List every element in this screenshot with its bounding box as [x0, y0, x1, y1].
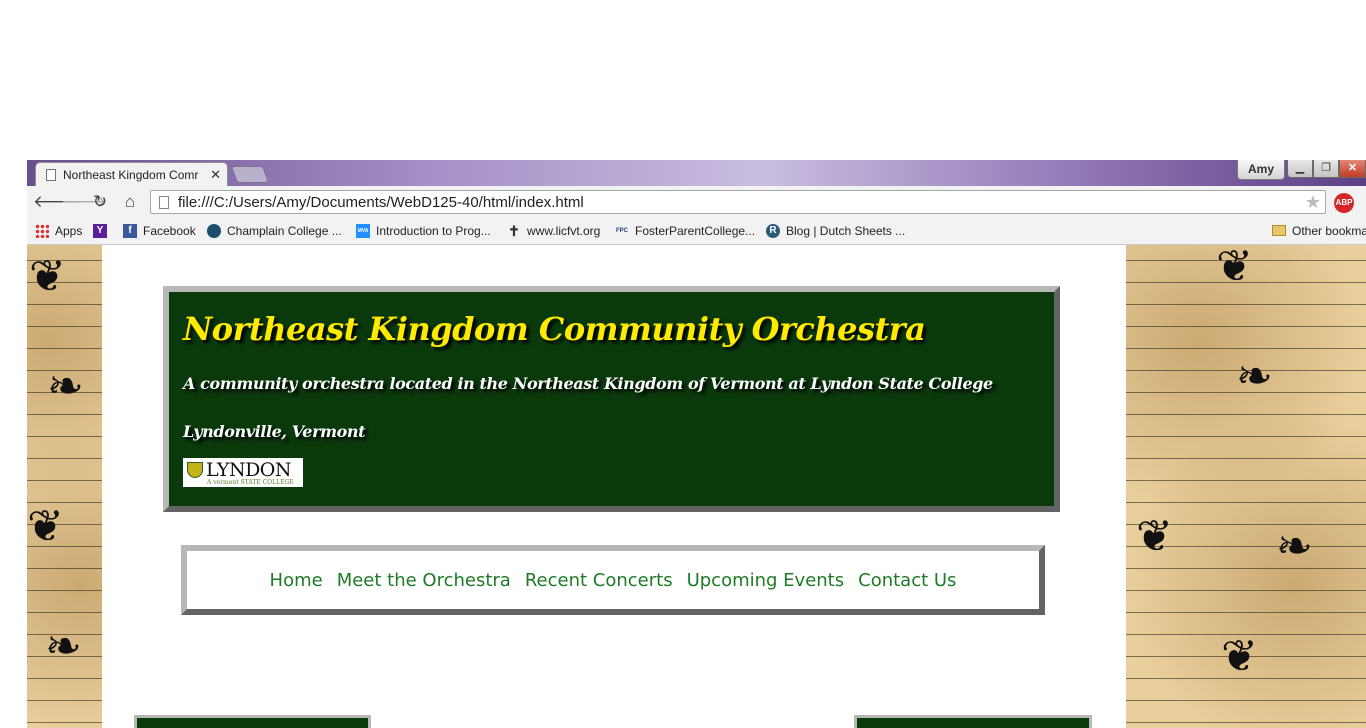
nav-meet-orchestra[interactable]: Meet the Orchestra	[337, 570, 511, 591]
site-header: Northeast Kingdom Community Orchestra A …	[163, 286, 1060, 512]
yahoo-icon: Y	[93, 223, 107, 238]
facebook-icon: f	[123, 223, 137, 238]
mva-icon: MVA	[356, 223, 370, 238]
sheet-music-background-right: ❦ ❧ ❦ ❧ ❦	[1126, 245, 1366, 728]
new-tab-button[interactable]	[230, 166, 270, 183]
browser-toolbar: 🡐 🡒 ↻ ⌂ file:///C:/Users/Amy/Documents/W…	[27, 186, 1366, 217]
other-bookmarks[interactable]: Other bookmarks	[1272, 222, 1366, 239]
bookmark-dutch-sheets[interactable]: R Blog | Dutch Sheets ...	[766, 222, 905, 239]
left-sidebar-panel	[134, 715, 371, 728]
site-title: Northeast Kingdom Community Orchestra	[183, 310, 926, 348]
content-area: Northeast Kingdom Community Orchestra A …	[102, 245, 1126, 728]
bookmark-licfvt[interactable]: ✝ www.licfvt.org	[507, 222, 600, 239]
browser-tab-active[interactable]: Northeast Kingdom Comr ✕	[35, 162, 228, 186]
bookmark-champlain[interactable]: Champlain College ...	[207, 222, 342, 239]
bookmarks-bar: Apps Y f Facebook Champlain College ... …	[27, 217, 1366, 245]
home-icon[interactable]: ⌂	[119, 191, 141, 213]
url-text: file:///C:/Users/Amy/Documents/WebD125-4…	[178, 193, 584, 211]
nav-recent-concerts[interactable]: Recent Concerts	[525, 570, 673, 591]
folder-icon	[1272, 225, 1286, 236]
bookmark-yahoo[interactable]: Y	[93, 222, 113, 239]
cross-icon: ✝	[508, 222, 520, 239]
apps-grid-icon	[35, 223, 49, 238]
bookmark-facebook[interactable]: f Facebook	[123, 222, 196, 239]
fpc-icon: FPC	[616, 227, 628, 234]
forward-arrow-icon[interactable]: 🡒	[61, 191, 107, 213]
maximize-button[interactable]: ❐	[1313, 160, 1339, 178]
web-page: ❦ ❧ ❦ ❧ ❦ ❧ ❦ ❧ ❦ Northeast Kingdom Comm…	[27, 245, 1366, 728]
champlain-icon	[207, 223, 221, 238]
bookmark-star-icon[interactable]: ★	[1305, 192, 1321, 213]
reload-icon[interactable]: ↻	[89, 191, 111, 213]
site-location: Lyndonville, Vermont	[183, 422, 366, 441]
tab-title: Northeast Kingdom Comr	[63, 167, 199, 182]
page-icon	[46, 168, 56, 181]
tab-strip: Northeast Kingdom Comr ✕ Amy ▁ ❐ ✕	[27, 160, 1366, 186]
adblock-icon[interactable]: ABP	[1334, 193, 1354, 213]
site-navigation: Home Meet the Orchestra Recent Concerts …	[181, 545, 1045, 615]
close-tab-icon[interactable]: ✕	[210, 167, 221, 183]
bookmark-apps[interactable]: Apps	[35, 222, 82, 239]
blog-icon: R	[766, 223, 780, 238]
bookmark-fosterparent[interactable]: FPC FosterParentCollege...	[615, 222, 755, 239]
right-sidebar-panel	[854, 715, 1092, 728]
nav-home[interactable]: Home	[270, 570, 323, 591]
page-icon	[159, 195, 169, 209]
address-bar[interactable]: file:///C:/Users/Amy/Documents/WebD125-4…	[150, 190, 1326, 214]
bookmark-intro-prog[interactable]: MVA Introduction to Prog...	[356, 222, 491, 239]
profile-button[interactable]: Amy	[1237, 160, 1285, 180]
nav-upcoming-events[interactable]: Upcoming Events	[687, 570, 845, 591]
lyndon-logo: LYNDON A vermont STATE COLLEGE	[183, 458, 303, 487]
sheet-music-background-left: ❦ ❧ ❦ ❧	[27, 245, 102, 728]
nav-contact-us[interactable]: Contact Us	[858, 570, 956, 591]
browser-window: Northeast Kingdom Comr ✕ Amy ▁ ❐ ✕ 🡐 🡒 ↻…	[27, 160, 1366, 245]
shield-icon	[187, 462, 203, 478]
close-window-button[interactable]: ✕	[1339, 160, 1366, 178]
minimize-button[interactable]: ▁	[1287, 160, 1313, 178]
site-tagline: A community orchestra located in the Nor…	[183, 374, 993, 393]
back-arrow-icon[interactable]: 🡐	[33, 191, 79, 213]
